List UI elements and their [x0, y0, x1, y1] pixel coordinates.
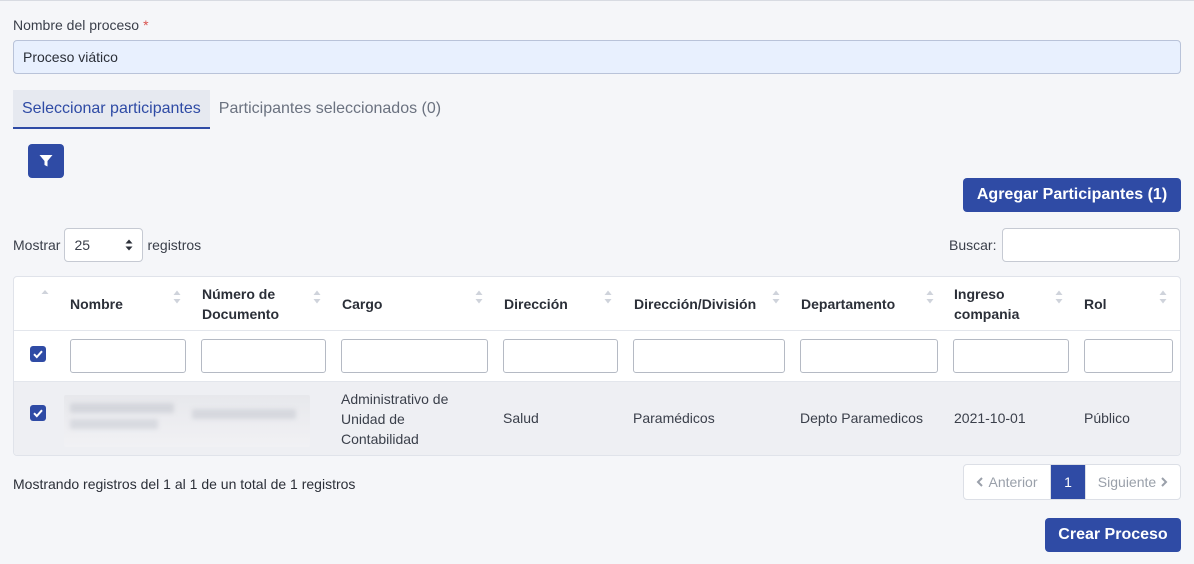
col-header-nombre-label: Nombre	[70, 296, 123, 312]
sort-icon	[1055, 290, 1063, 304]
sort-icon	[173, 290, 181, 304]
cell-rol: Público	[1084, 410, 1130, 426]
process-name-label: Nombre del proceso *	[13, 17, 149, 33]
filter-numero-documento-input[interactable]	[201, 339, 326, 373]
filter-cargo-input[interactable]	[341, 339, 488, 373]
cell-ingreso-compania: 2021-10-01	[954, 410, 1026, 426]
col-header-direccion-division-label: Dirección/División	[634, 296, 757, 312]
top-border	[0, 0, 1194, 1]
table-info: Mostrando registros del 1 al 1 de un tot…	[13, 476, 356, 492]
participant-tabs: Seleccionar participantes Participantes …	[13, 90, 450, 129]
sort-icon	[604, 290, 612, 304]
pagination-prev-label: Anterior	[988, 474, 1038, 490]
cell-direccion: Salud	[503, 410, 539, 426]
sort-icon	[313, 290, 321, 304]
row-checkbox[interactable]	[30, 405, 46, 421]
add-participants-button[interactable]: Agregar Participantes (1)	[963, 178, 1181, 212]
redacted-document-line	[192, 409, 296, 419]
pagination: Anterior 1 Siguiente	[963, 464, 1181, 500]
chevron-right-icon	[1161, 477, 1168, 487]
col-header-direccion[interactable]: Dirección	[504, 277, 604, 331]
redacted-name-line	[70, 403, 174, 413]
col-header-cargo[interactable]: Cargo	[342, 277, 472, 331]
records-label: registros	[147, 237, 202, 253]
filter-direccion-input[interactable]	[503, 339, 618, 373]
filter-ingreso-compania-input[interactable]	[953, 339, 1069, 373]
sort-icon	[772, 290, 780, 304]
process-name-input[interactable]	[13, 40, 1181, 74]
select-all-checkbox[interactable]	[30, 346, 46, 362]
col-header-departamento[interactable]: Departamento	[801, 277, 931, 331]
create-process-button[interactable]: Crear Proceso	[1045, 518, 1181, 552]
tab-select-participants[interactable]: Seleccionar participantes	[13, 90, 210, 129]
filter-departamento-input[interactable]	[800, 339, 938, 373]
page-length-select[interactable]: 25	[64, 228, 144, 262]
col-header-rol[interactable]: Rol	[1084, 277, 1144, 331]
sort-icon	[926, 290, 934, 304]
redacted-name-line	[70, 419, 158, 429]
pagination-next-label: Siguiente	[1097, 474, 1157, 490]
col-header-rol-label: Rol	[1084, 296, 1107, 312]
col-header-direccion-division[interactable]: Dirección/División	[634, 277, 774, 331]
cell-direccion-division: Paramédicos	[633, 410, 715, 426]
select-arrows-icon	[125, 239, 133, 251]
header-divider	[14, 330, 1180, 331]
search-control: Buscar:	[949, 228, 1181, 262]
col-header-numero-documento-label: Número de Documento	[202, 286, 279, 322]
pagination-prev-button[interactable]: Anterior	[964, 465, 1051, 499]
select-all-sort-icon[interactable]	[41, 289, 49, 303]
sort-icon	[475, 290, 483, 304]
sort-icon	[1159, 290, 1167, 304]
col-header-ingreso-compania[interactable]: Ingreso compania	[954, 277, 1044, 331]
filter-button[interactable]	[28, 144, 64, 178]
page-length-control: Mostrar 25 registros	[13, 228, 201, 262]
show-label: Mostrar	[13, 237, 61, 253]
chevron-left-icon	[977, 477, 984, 487]
page-length-value: 25	[74, 237, 91, 253]
participants-table: Nombre Número de Documento Cargo Direcci…	[13, 276, 1181, 456]
check-icon	[33, 350, 43, 359]
required-mark: *	[143, 17, 149, 33]
cell-departamento: Depto Paramedicos	[800, 410, 923, 426]
check-icon	[33, 409, 43, 418]
tab-selected-participants[interactable]: Participantes seleccionados (0)	[210, 90, 450, 129]
process-name-label-text: Nombre del proceso	[13, 17, 140, 33]
filter-nombre-input[interactable]	[70, 339, 186, 373]
filter-icon	[39, 155, 53, 167]
col-header-nombre[interactable]: Nombre	[70, 277, 190, 331]
col-header-departamento-label: Departamento	[801, 296, 896, 312]
filter-direccion-division-input[interactable]	[633, 339, 785, 373]
search-label: Buscar:	[949, 237, 997, 253]
col-header-ingreso-compania-label: Ingreso compania	[954, 286, 1020, 322]
col-header-numero-documento[interactable]: Número de Documento	[202, 277, 312, 331]
col-header-cargo-label: Cargo	[342, 296, 383, 312]
pagination-page-1[interactable]: 1	[1051, 465, 1085, 499]
search-input[interactable]	[1002, 228, 1181, 262]
pagination-next-button[interactable]: Siguiente	[1085, 465, 1180, 499]
filter-rol-input[interactable]	[1084, 339, 1173, 373]
cell-cargo: Administrativo de Unidad de Contabilidad	[341, 391, 449, 447]
col-header-direccion-label: Dirección	[504, 296, 568, 312]
redacted-name-document	[64, 395, 310, 447]
